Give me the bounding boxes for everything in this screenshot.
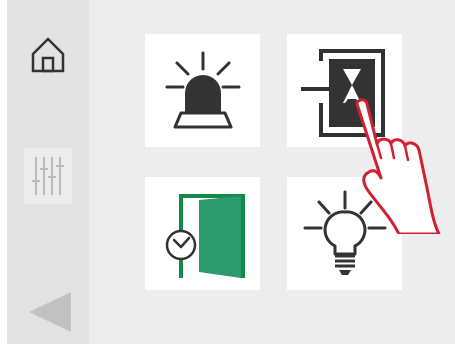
settings-button[interactable] (24, 148, 72, 204)
alarm-beacon-icon (165, 51, 240, 128)
door-clock-icon (165, 193, 245, 278)
door-timer-tile[interactable] (287, 34, 402, 147)
home-icon (31, 37, 65, 73)
door-clock-tile[interactable] (145, 177, 260, 290)
home-button[interactable] (27, 30, 69, 78)
light-bulb-icon (303, 190, 386, 275)
back-triangle-icon (29, 292, 71, 332)
sliders-icon (32, 157, 64, 195)
light-tile[interactable] (287, 177, 402, 290)
back-button[interactable] (27, 288, 73, 336)
door-timer-icon (300, 48, 385, 137)
alarm-tile[interactable] (145, 34, 260, 147)
sidebar (7, 0, 89, 344)
